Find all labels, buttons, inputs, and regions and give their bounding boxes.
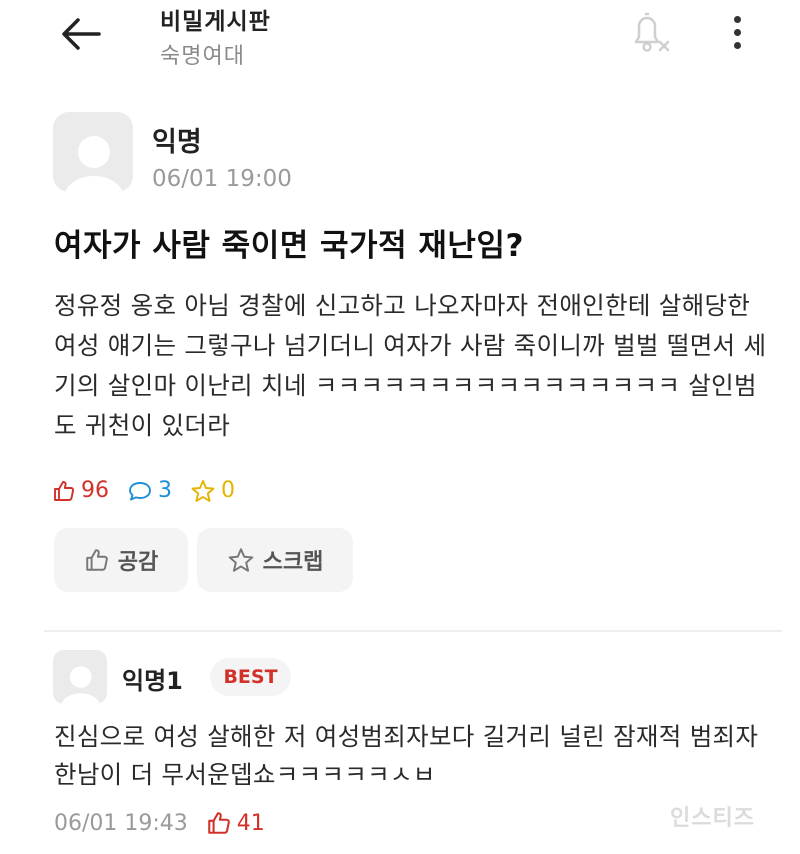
post-body: 정유정 옹호 아님 경찰에 신고하고 나오자마자 전애인한테 살해당한 여성 얘… xyxy=(54,291,767,440)
post-timestamp: 06/01 19:00 xyxy=(152,166,292,192)
board-subtitle: 숙명여대 xyxy=(160,44,245,69)
divider xyxy=(44,630,782,632)
comment-like-count: 41 xyxy=(236,810,265,836)
back-arrow-icon xyxy=(62,18,101,50)
anonymous-avatar-icon xyxy=(65,136,123,192)
notification-toggle-button[interactable] xyxy=(626,8,676,56)
like-count: 96 xyxy=(52,478,109,503)
more-vertical-icon xyxy=(733,15,741,23)
thumbs-up-icon xyxy=(86,549,108,571)
post-author: 익명 xyxy=(152,127,202,158)
best-badge: BEST xyxy=(210,658,291,696)
comment-bubble-icon xyxy=(129,481,151,500)
anonymous-avatar-icon xyxy=(61,666,101,704)
scrap-count: 0 xyxy=(190,478,235,503)
more-options-button[interactable] xyxy=(722,12,752,52)
scrap-button[interactable]: 스크랩 xyxy=(197,528,353,592)
like-count-value: 96 xyxy=(81,478,109,503)
star-icon xyxy=(228,548,253,572)
comment-avatar xyxy=(53,650,107,704)
scrap-button-label: 스크랩 xyxy=(262,550,324,575)
comment-timestamp: 06/01 19:43 xyxy=(54,810,188,836)
comment-count-value: 3 xyxy=(158,478,172,503)
comment-count: 3 xyxy=(127,478,172,503)
avatar xyxy=(53,112,133,192)
post-stats: 96 3 0 xyxy=(52,478,253,503)
comment-body: 진심으로 여성 살해한 저 여성범죄자보다 길거리 널린 잠재적 범죄자 한남이… xyxy=(54,722,759,789)
comment-author: 익명1 xyxy=(122,667,183,695)
comment-meta: 06/01 19:43 41 xyxy=(54,810,265,836)
thumbs-up-icon xyxy=(208,812,230,834)
top-bar: 비밀게시판 숙명여대 xyxy=(0,0,800,90)
like-button-label: 공감 xyxy=(117,550,159,575)
star-icon xyxy=(191,479,215,502)
thumbs-up-icon xyxy=(54,480,75,501)
comment-like-button[interactable]: 41 xyxy=(206,810,265,836)
watermark: 인스티즈 xyxy=(670,806,755,831)
like-button[interactable]: 공감 xyxy=(54,528,188,592)
more-dot xyxy=(733,41,741,49)
more-dot xyxy=(733,28,741,36)
bell-off-icon xyxy=(634,12,670,52)
back-button[interactable] xyxy=(58,14,104,54)
board-title: 비밀게시판 xyxy=(160,9,271,35)
scrap-count-value: 0 xyxy=(221,478,235,503)
post-title: 여자가 사람 죽이면 국가적 재난임? xyxy=(54,228,524,264)
